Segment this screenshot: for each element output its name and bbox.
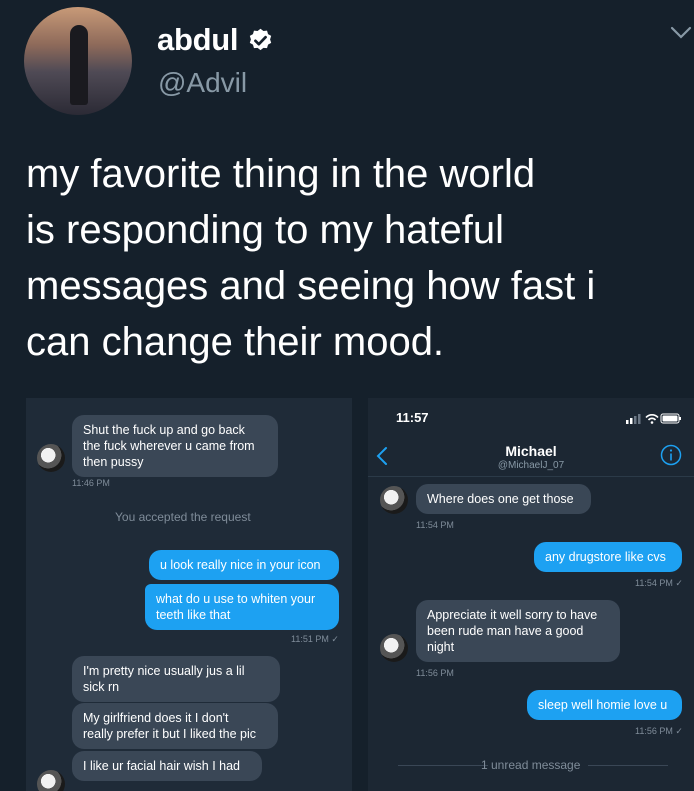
sender-avatar	[37, 770, 65, 791]
message-line: what do u use to whiten your	[156, 592, 316, 606]
message-line: the fuck wherever u came from	[83, 439, 255, 453]
sender-avatar	[380, 634, 408, 662]
timestamp: 11:56 PM	[416, 668, 454, 678]
sent-message: u look really nice in your icon	[149, 550, 339, 580]
incoming-message: My girlfriend does it I don't really pre…	[72, 703, 278, 749]
unread-divider-right	[588, 765, 668, 766]
verified-badge-icon	[249, 28, 272, 50]
timestamp: 11:54 PM	[416, 520, 454, 530]
timestamp: 11:56 PM ✓	[635, 726, 683, 736]
message-line: sick rn	[83, 680, 120, 694]
timestamp: 11:54 PM ✓	[635, 578, 683, 588]
contact-handle: @MichaelJ_07	[497, 460, 565, 471]
tweet-line: is responding to my hateful	[26, 208, 505, 252]
attached-image-right[interactable]: 11:57 Michael @MichaelJ_07 Where does on…	[368, 398, 694, 791]
message-line: teeth like that	[156, 608, 231, 622]
message-line: really prefer it but I liked the pic	[83, 727, 256, 741]
chevron-down-icon[interactable]	[670, 26, 692, 40]
incoming-message: I'm pretty nice usually jus a lil sick r…	[72, 656, 280, 702]
message-line: then pussy	[83, 455, 144, 469]
timestamp: 11:51 PM ✓	[291, 634, 339, 644]
message-line: My girlfriend does it I don't	[83, 711, 229, 725]
header-divider	[368, 476, 694, 477]
sender-avatar	[380, 486, 408, 514]
display-name[interactable]: abdul	[157, 22, 238, 58]
user-handle[interactable]: @Advil	[158, 67, 247, 99]
incoming-message: Shut the fuck up and go back the fuck wh…	[72, 415, 278, 477]
tweet-text: my favorite thing in the world is respon…	[26, 146, 676, 370]
author-name-row: abdul	[157, 22, 274, 58]
sent-message: any drugstore like cvs	[534, 542, 682, 572]
status-time: 11:57	[396, 410, 429, 425]
profile-avatar[interactable]	[24, 7, 132, 115]
attached-image-left[interactable]: Shut the fuck up and go back the fuck wh…	[26, 398, 352, 791]
sent-message: sleep well homie love u	[527, 690, 682, 720]
accepted-request-note: You accepted the request	[115, 510, 251, 524]
tweet-line: messages and seeing how fast i	[26, 264, 596, 308]
message-line: Appreciate it well sorry to have	[427, 608, 598, 622]
message-line: been rude man have a good	[427, 624, 584, 638]
tweet-line: my favorite thing in the world	[26, 152, 536, 196]
incoming-message: Where does one get those	[416, 484, 591, 514]
message-line: Shut the fuck up and go back	[83, 423, 245, 437]
message-line: I'm pretty nice usually jus a lil	[83, 664, 245, 678]
timestamp: 11:46 PM	[72, 478, 110, 488]
sender-avatar	[37, 444, 65, 472]
status-icons	[626, 413, 681, 424]
incoming-message: Appreciate it well sorry to have been ru…	[416, 600, 620, 662]
contact-name: Michael	[505, 443, 557, 459]
incoming-message: I like ur facial hair wish I had	[72, 751, 262, 781]
unread-message-note: 1 unread message	[481, 758, 581, 772]
unread-divider-left	[398, 765, 488, 766]
message-line: night	[427, 640, 455, 654]
tweet-line: can change their mood.	[26, 320, 445, 364]
sent-message: what do u use to whiten your teeth like …	[145, 584, 339, 630]
info-icon[interactable]	[660, 444, 682, 466]
avatar-figure	[70, 25, 88, 105]
